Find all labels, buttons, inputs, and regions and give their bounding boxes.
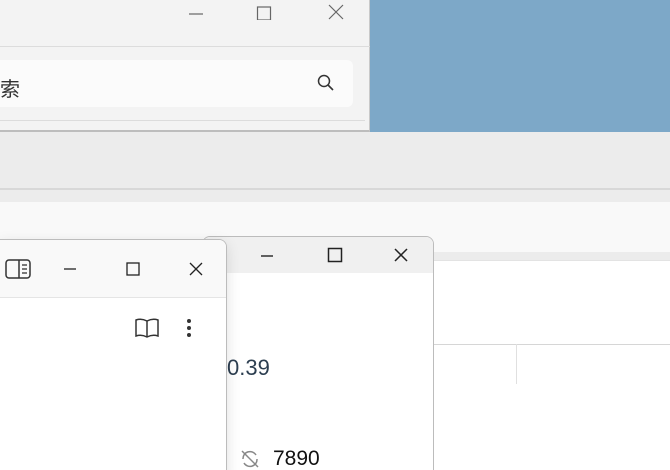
minimize-icon [189,13,203,15]
reading-view-icon [5,259,31,279]
list-item[interactable]: 7890 [239,447,320,470]
desktop: 索 0.39 7890 [0,0,670,470]
minimize-button[interactable] [52,249,88,289]
no-repeat-icon [241,450,259,468]
close-button[interactable] [379,237,423,273]
minimize-button[interactable] [174,0,218,24]
divider [0,188,670,190]
maximize-icon [256,6,272,20]
close-icon [394,248,408,262]
row-value: 7890 [273,447,320,470]
divider [516,344,517,384]
calculator-window: 0.39 7890 [202,236,434,470]
desktop-wallpaper [370,0,670,132]
explorer-window: 索 [0,0,370,132]
maximize-button[interactable] [115,249,151,289]
search-input[interactable]: 索 [0,60,353,107]
maximize-button[interactable] [313,237,357,273]
front-window [0,239,227,470]
close-button[interactable] [178,249,214,289]
divider [0,46,370,47]
divider [432,344,670,345]
maximize-icon [126,262,140,276]
book-icon [135,318,159,338]
close-button[interactable] [314,0,358,24]
read-aloud-button[interactable] [133,314,161,342]
close-icon [328,4,344,20]
minimize-button[interactable] [245,237,289,273]
minimize-icon [261,255,273,257]
reading-view-button[interactable] [0,249,36,289]
more-options-icon [187,319,191,337]
maximize-button[interactable] [242,0,286,24]
more-options-button[interactable] [175,314,203,342]
minimize-icon [64,268,76,270]
display-value: 0.39 [227,355,270,380]
divider [0,120,365,121]
close-icon [189,262,203,276]
search-input-text: 索 [0,79,20,101]
search-icon[interactable] [317,74,335,92]
maximize-icon [327,247,343,263]
